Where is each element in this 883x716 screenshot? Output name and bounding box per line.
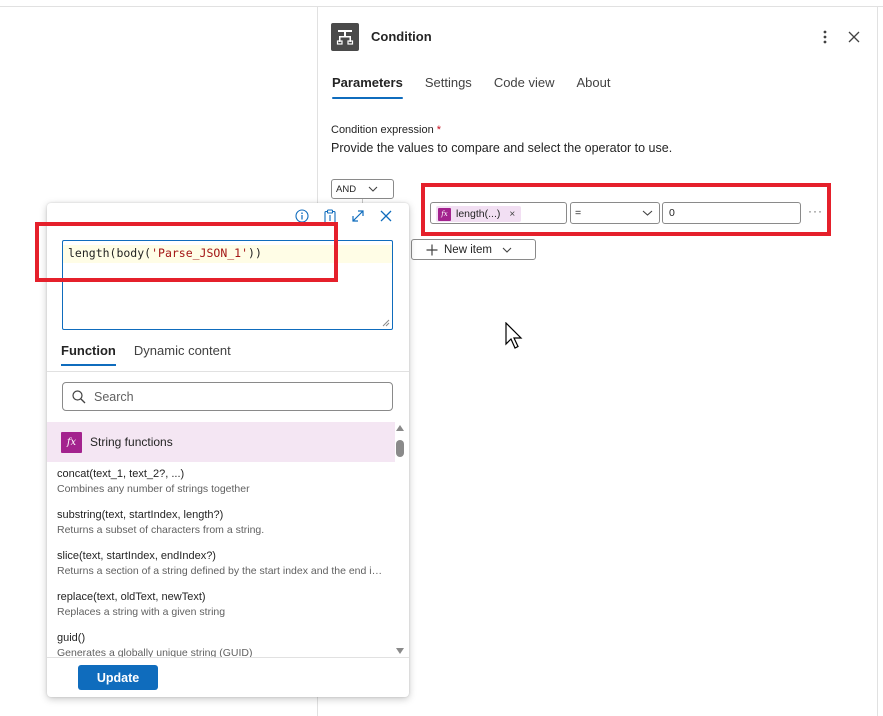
operator-value: = (575, 207, 582, 219)
function-description: Replaces a string with a given string (57, 606, 226, 618)
panel-tabs: Parameters Settings Code view About (332, 75, 611, 99)
scroll-thumb[interactable] (396, 440, 404, 457)
function-signature: replace(text, oldText, newText) (57, 591, 206, 603)
search-input[interactable]: Search (62, 382, 393, 411)
tab-about[interactable]: About (577, 75, 611, 99)
expression-editor-popup: length(body('Parse_JSON_1')) Function Dy… (47, 203, 409, 697)
group-label: String functions (90, 435, 173, 449)
operator-select[interactable]: = (570, 202, 660, 224)
left-operand-field[interactable]: fx length(...) × (430, 202, 567, 224)
popup-toolbar (294, 208, 394, 224)
panel-title: Condition (371, 29, 432, 44)
condition-expression-label: Condition expression * (331, 124, 441, 136)
function-description: Returns a subset of characters from a st… (57, 524, 265, 536)
required-marker: * (436, 124, 442, 136)
close-icon[interactable] (845, 27, 863, 47)
function-signature: slice(text, startIndex, endIndex?) (57, 550, 216, 562)
search-icon (72, 389, 86, 403)
list-item[interactable]: concat(text_1, text_2?, ...) Combines an… (47, 462, 395, 503)
function-description: Returns a section of a string defined by… (57, 565, 387, 577)
function-signature: concat(text_1, text_2?, ...) (57, 468, 185, 480)
group-operator-select[interactable]: AND (331, 179, 394, 199)
row-more-button[interactable]: ··· (808, 204, 823, 218)
popup-tabs: Function Dynamic content (61, 343, 231, 366)
expression-suffix: )) (248, 246, 262, 260)
fx-icon: fx (61, 431, 82, 453)
tab-settings[interactable]: Settings (425, 75, 472, 99)
condition-label-text: Condition expression (331, 124, 434, 136)
mouse-cursor-icon (505, 322, 523, 349)
scrollbar[interactable] (395, 422, 405, 657)
footer-divider (47, 657, 409, 658)
list-item[interactable]: guid() Generates a globally unique strin… (47, 626, 395, 657)
clipboard-icon[interactable] (322, 208, 338, 224)
condition-icon (331, 23, 359, 51)
tab-code-view[interactable]: Code view (494, 75, 555, 99)
right-border (877, 7, 878, 716)
right-operand-value: 0 (669, 207, 675, 219)
search-placeholder: Search (94, 389, 134, 404)
condition-description: Provide the values to compare and select… (331, 141, 673, 155)
scroll-down-icon[interactable] (396, 648, 404, 654)
tab-dynamic-content[interactable]: Dynamic content (134, 343, 231, 366)
plus-icon (426, 244, 438, 255)
chevron-down-icon (368, 186, 378, 192)
expression-input[interactable]: length(body('Parse_JSON_1')) (62, 240, 393, 330)
list-item[interactable]: replace(text, oldText, newText) Replaces… (47, 585, 395, 626)
expression-prefix: length(body( (68, 246, 152, 260)
list-item[interactable]: slice(text, startIndex, endIndex?) Retur… (47, 544, 395, 585)
tabs-divider (47, 371, 409, 372)
info-icon[interactable] (294, 208, 310, 224)
new-item-button[interactable]: New item (411, 239, 536, 260)
function-description: Generates a globally unique string (GUID… (57, 647, 253, 657)
function-signature: substring(text, startIndex, length?) (57, 509, 224, 521)
fx-icon: fx (438, 207, 451, 221)
list-item[interactable]: substring(text, startIndex, length?) Ret… (47, 503, 395, 544)
group-operator-value: AND (336, 183, 357, 195)
expression-text: length(body('Parse_JSON_1')) (68, 246, 262, 260)
expression-token[interactable]: fx length(...) × (436, 206, 522, 222)
more-vertical-icon[interactable] (817, 27, 833, 47)
update-button[interactable]: Update (78, 665, 158, 690)
token-remove-button[interactable]: × (509, 209, 515, 220)
expand-icon[interactable] (350, 208, 366, 224)
tab-parameters[interactable]: Parameters (332, 75, 403, 99)
chevron-down-icon (642, 210, 653, 216)
token-label: length(...) (456, 208, 501, 220)
expression-string: 'Parse_JSON_1' (151, 246, 249, 260)
right-operand-field[interactable]: 0 (662, 202, 801, 224)
condition-glyph (336, 30, 354, 45)
screen: Condition Parameters Settings Code view … (0, 0, 883, 716)
chevron-down-icon (502, 247, 512, 253)
close-icon[interactable] (378, 208, 394, 224)
function-signature: guid() (57, 632, 86, 644)
tab-function[interactable]: Function (61, 343, 116, 366)
string-functions-group[interactable]: fx String functions (47, 422, 395, 462)
resize-handle-icon[interactable] (382, 319, 390, 327)
new-item-label: New item (444, 243, 492, 256)
scroll-up-icon[interactable] (396, 425, 404, 431)
function-list: fx String functions concat(text_1, text_… (47, 422, 395, 657)
function-description: Combines any number of strings together (57, 483, 250, 495)
